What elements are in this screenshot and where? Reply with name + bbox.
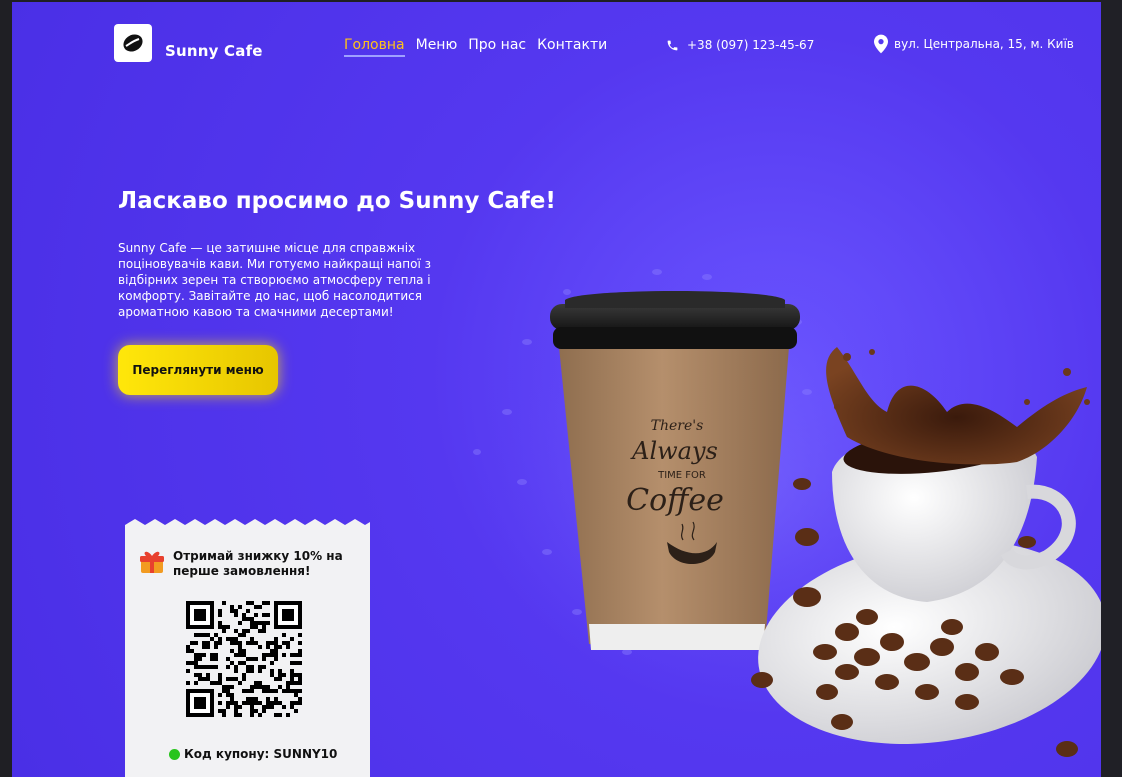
nav-contacts[interactable]: Контакти [537, 37, 607, 57]
cup-print-line1: There's [651, 418, 704, 434]
paper-cup: There's Always TIME FOR Coffee [550, 291, 800, 650]
hero-description: Sunny Cafe — це затишне місце для справж… [118, 241, 431, 319]
green-circle-icon [169, 748, 180, 760]
coupon-code-text: Код купону: SUNNY10 [184, 747, 338, 761]
gift-icon [140, 551, 164, 573]
page-background: Sunny Cafe Головна Меню Про нас Контакти… [12, 2, 1101, 777]
logo[interactable] [114, 24, 152, 62]
hero-title: Ласкаво просимо до Sunny Cafe! [118, 188, 556, 214]
cup-print-line4: Coffee [626, 483, 724, 518]
phone-contact[interactable]: +38 (097) 123-45-67 [666, 38, 814, 52]
phone-number: +38 (097) 123-45-67 [687, 38, 815, 52]
cup-print-line3: TIME FOR [657, 470, 706, 481]
qr-code[interactable] [186, 601, 302, 717]
coupon-header: Отримай знижку 10% на перше замовлення! [139, 549, 343, 579]
nav-home[interactable]: Головна [344, 37, 405, 57]
nav-menu[interactable]: Меню [416, 37, 458, 57]
phone-icon [667, 40, 678, 50]
brand-name: Sunny Cafe [165, 42, 263, 60]
address-contact[interactable]: вул. Центральна, 15, м. Київ [874, 34, 1074, 54]
cup-print-line2: Always [630, 437, 718, 465]
coffee-illustration: There's Always TIME FOR Coffee [467, 262, 1101, 757]
coffee-bean-icon [123, 34, 143, 52]
window-edge [1101, 0, 1122, 777]
nav-about[interactable]: Про нас [468, 37, 526, 57]
main-nav: Головна Меню Про нас Контакти [344, 37, 607, 57]
view-menu-button[interactable]: Переглянути меню [118, 345, 278, 395]
coupon-zigzag-edge [125, 519, 370, 531]
coupon-title: Отримай знижку 10% на перше замовлення! [173, 549, 343, 578]
location-pin-icon [874, 34, 888, 54]
coupon-code: Код купону: SUNNY10 [169, 747, 337, 761]
coupon-card: Отримай знижку 10% на перше замовлення! … [125, 519, 370, 777]
address-text: вул. Центральна, 15, м. Київ [894, 37, 1074, 51]
